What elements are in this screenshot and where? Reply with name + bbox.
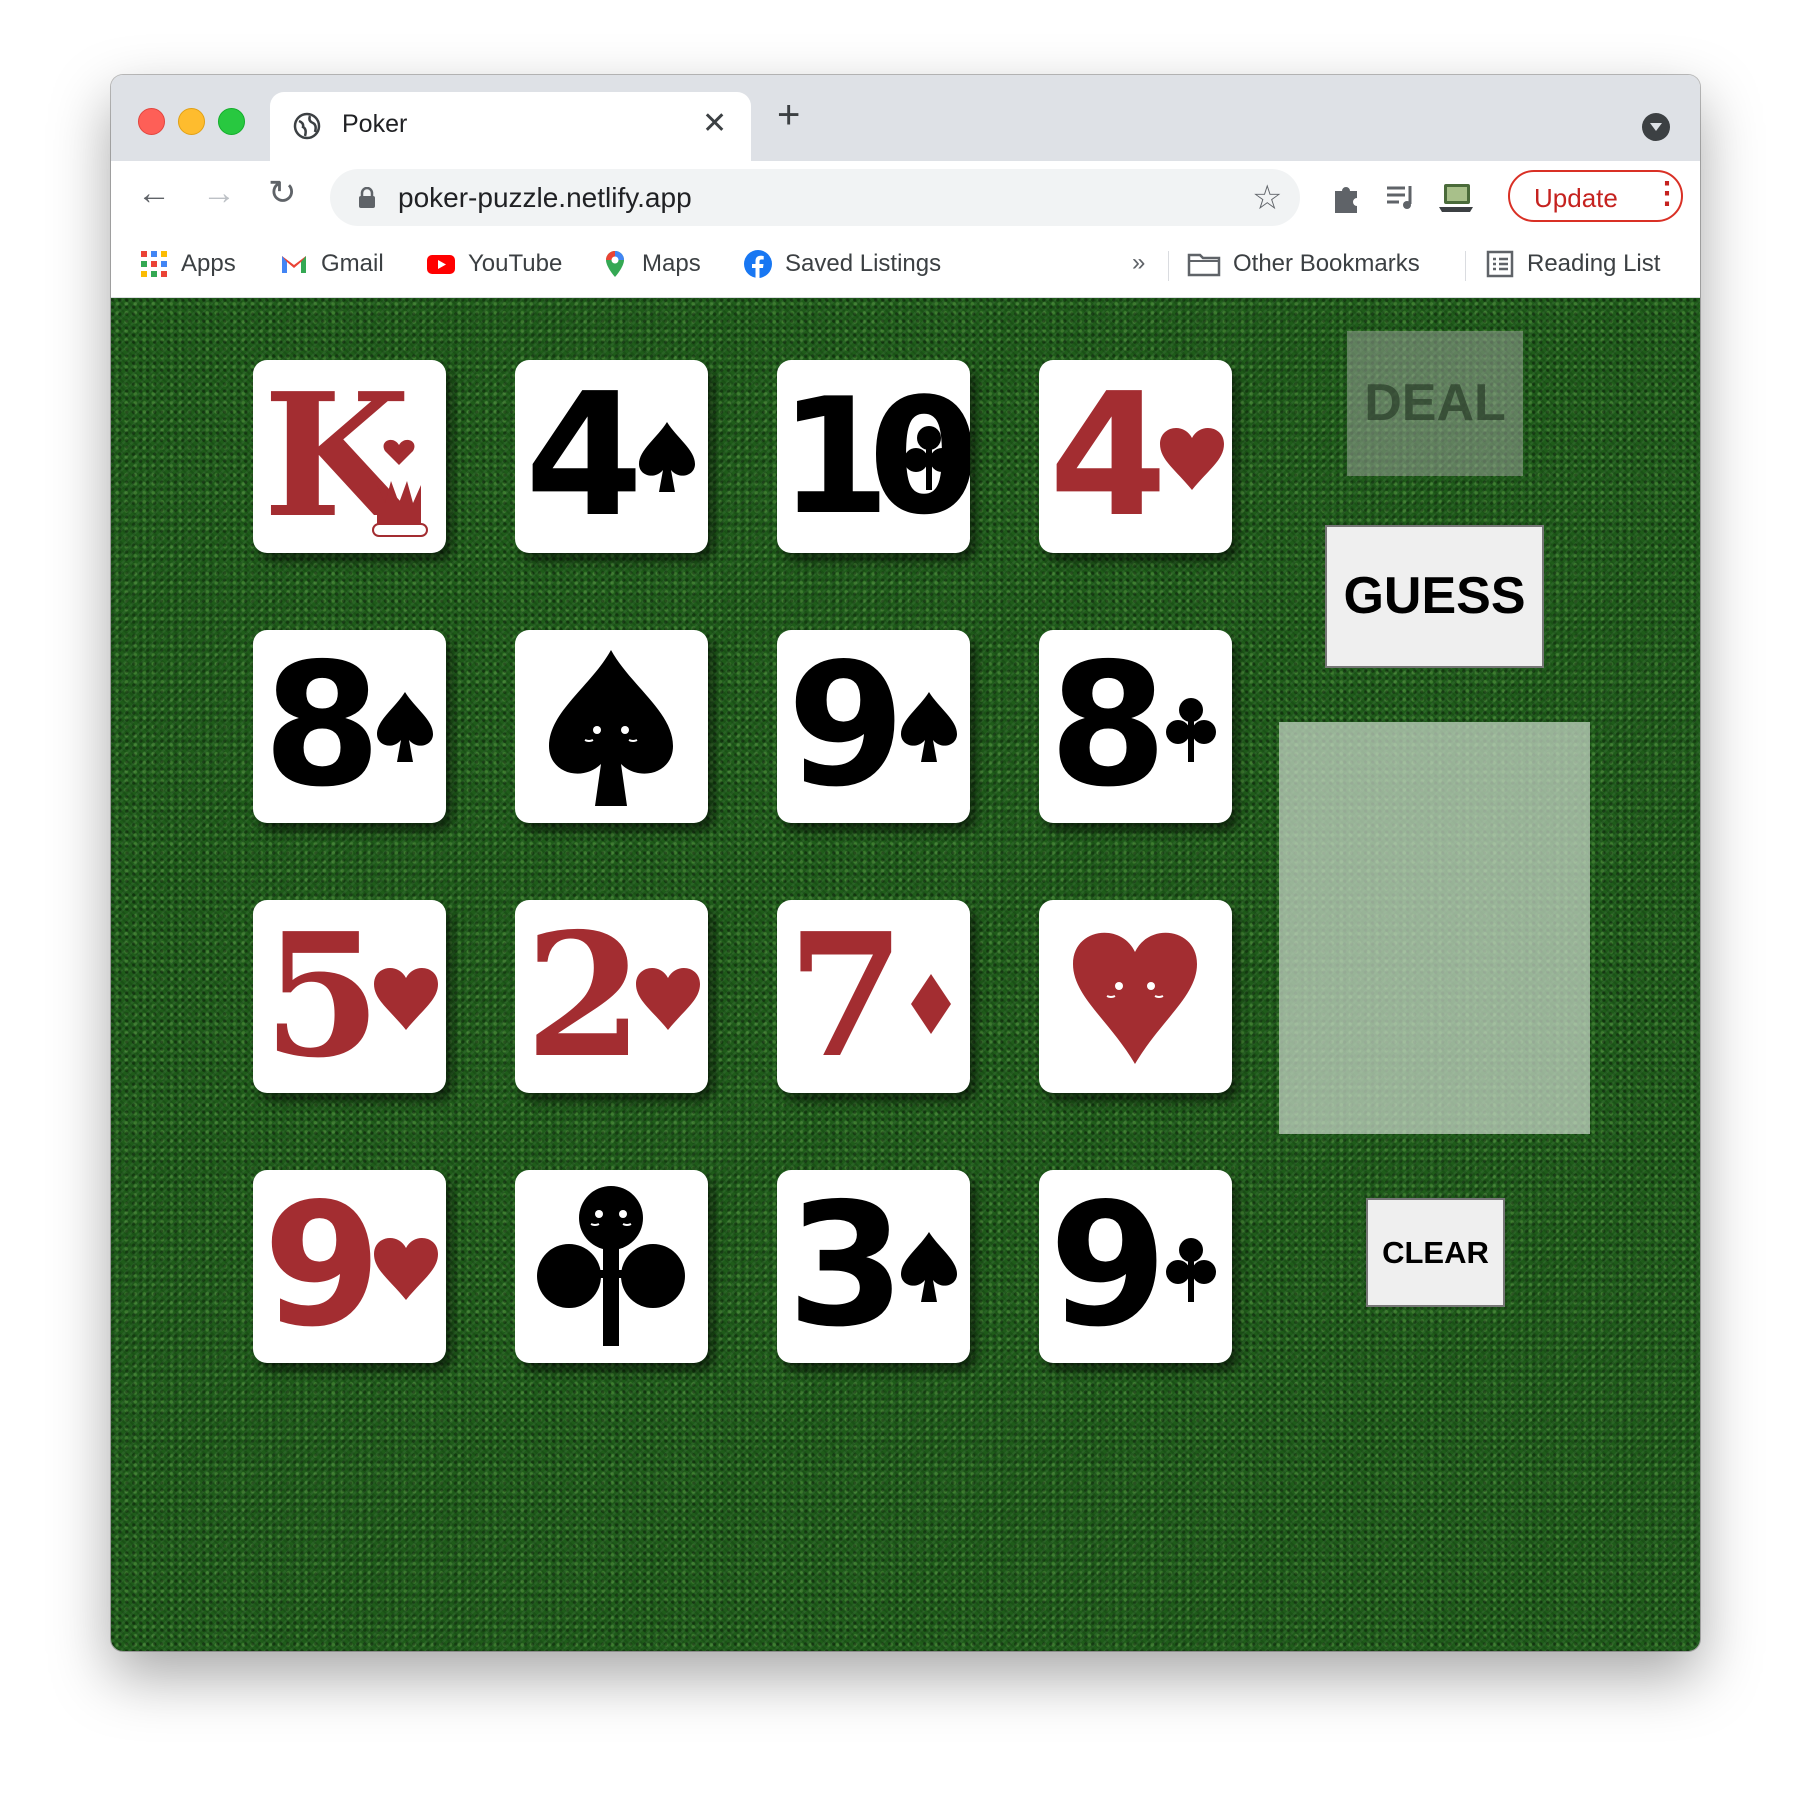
diamond-icon [911,974,951,1034]
card-9-clubs[interactable]: 9 [1039,1170,1232,1363]
spade-icon [901,1232,957,1302]
update-label: Update [1534,183,1618,213]
bookmarks-bar: Apps Gmail YouTube Maps Saved Listings »… [111,235,1700,298]
minimize-window-button[interactable] [178,108,205,135]
bookmark-other-bookmarks[interactable]: Other Bookmarks [1187,249,1420,281]
bookmark-maps-label: Maps [642,250,701,277]
youtube-icon [427,255,455,274]
close-window-button[interactable] [138,108,165,135]
heart-icon [374,967,438,1030]
bookmark-maps[interactable]: Maps [600,249,701,281]
card-8-clubs[interactable]: 8 [1039,630,1232,823]
bookmark-youtube[interactable]: YouTube [426,249,562,281]
card-8-spades[interactable]: 8 [253,630,446,823]
globe-icon [293,112,321,140]
tab-poker[interactable]: Poker ✕ [270,92,751,161]
folder-icon [1187,253,1221,277]
bookmarks-divider [1465,251,1466,281]
heart-icon [374,1237,438,1300]
facebook-icon [744,250,772,278]
bookmark-apps[interactable]: Apps [139,249,236,281]
card-clubs-face[interactable] [515,1170,708,1363]
update-button[interactable]: Update ⋮ [1508,170,1683,222]
tab-search-icon[interactable] [1642,113,1670,141]
spade-icon [901,692,957,762]
maps-pin-icon [606,251,624,277]
card-9-hearts[interactable]: 9 [253,1170,446,1363]
card-4-hearts[interactable]: 4 [1039,360,1232,553]
bookmark-reading-list-label: Reading List [1527,250,1661,277]
address-bar[interactable]: poker-puzzle.netlify.app ☆ [330,169,1300,226]
crown-heart-icon [372,439,428,537]
bookmark-star-icon[interactable]: ☆ [1252,178,1282,218]
card-spades-face[interactable] [515,630,708,823]
new-tab-button[interactable]: + [777,95,800,135]
back-icon[interactable]: ← [137,176,171,210]
bookmark-saved-listings-label: Saved Listings [785,250,942,277]
card-5-hearts[interactable]: 5 [253,900,446,1093]
browser-window: Poker ✕ + ← → ↻ poker-puzzle.netlify.app… [111,75,1700,1651]
card-9-spades[interactable]: 9 [777,630,970,823]
club-icon [904,426,954,490]
heart-icon [636,967,700,1030]
spade-icon [377,692,433,762]
reload-icon[interactable]: ↻ [268,176,297,210]
card-3-spades[interactable]: 3 [777,1170,970,1363]
media-queue-icon[interactable] [1383,179,1419,215]
heart-icon [1160,427,1224,490]
tab-title: Poker [342,110,408,138]
card-2-hearts[interactable]: 2 [515,900,708,1093]
bookmarks-divider [1168,251,1169,281]
bookmark-saved-listings[interactable]: Saved Listings [743,249,941,281]
lock-icon [359,187,375,208]
zoom-window-button[interactable] [218,108,245,135]
poker-table: K 4 10 4 8 9 8 5 2 7 9 3 9 DEAL GUESS CL… [111,298,1700,1651]
extensions-puzzle-icon[interactable] [1329,179,1365,215]
club-icon [1166,1238,1216,1302]
deal-button[interactable]: DEAL [1347,331,1523,476]
card-hearts-face[interactable] [1039,900,1232,1093]
bookmark-youtube-label: YouTube [468,250,563,277]
menu-dots-icon[interactable]: ⋮ [1652,179,1682,209]
club-icon [1166,698,1216,762]
card-10-clubs[interactable]: 10 [777,360,970,553]
card-king-hearts[interactable]: K [253,360,446,553]
bookmarks-overflow-icon[interactable]: » [1132,249,1145,281]
toolbar: ← → ↻ poker-puzzle.netlify.app ☆ Update … [111,161,1700,235]
close-tab-icon[interactable]: ✕ [702,106,727,141]
clear-button[interactable]: CLEAR [1366,1198,1505,1307]
spade-icon [639,422,695,492]
url-text: poker-puzzle.netlify.app [398,182,692,213]
apps-grid-icon [141,251,167,277]
card-4-spades[interactable]: 4 [515,360,708,553]
forward-icon[interactable]: → [202,176,236,210]
guess-button[interactable]: GUESS [1325,525,1544,668]
tab-strip: Poker ✕ + [111,75,1700,161]
guess-result-panel [1279,722,1590,1134]
bookmark-reading-list[interactable]: Reading List [1485,249,1660,281]
bookmark-gmail[interactable]: Gmail [279,249,384,281]
spade-face-icon [549,650,673,806]
heart-face-icon [1073,932,1197,1064]
bookmark-gmail-label: Gmail [321,250,384,277]
card-7-diamonds[interactable]: 7 [777,900,970,1093]
reading-list-icon [1486,250,1514,278]
club-face-icon [537,1186,685,1346]
bookmark-apps-label: Apps [181,250,236,277]
gmail-icon [282,256,306,273]
extension-laptop-icon[interactable] [1436,179,1476,215]
bookmark-other-bookmarks-label: Other Bookmarks [1233,250,1420,277]
